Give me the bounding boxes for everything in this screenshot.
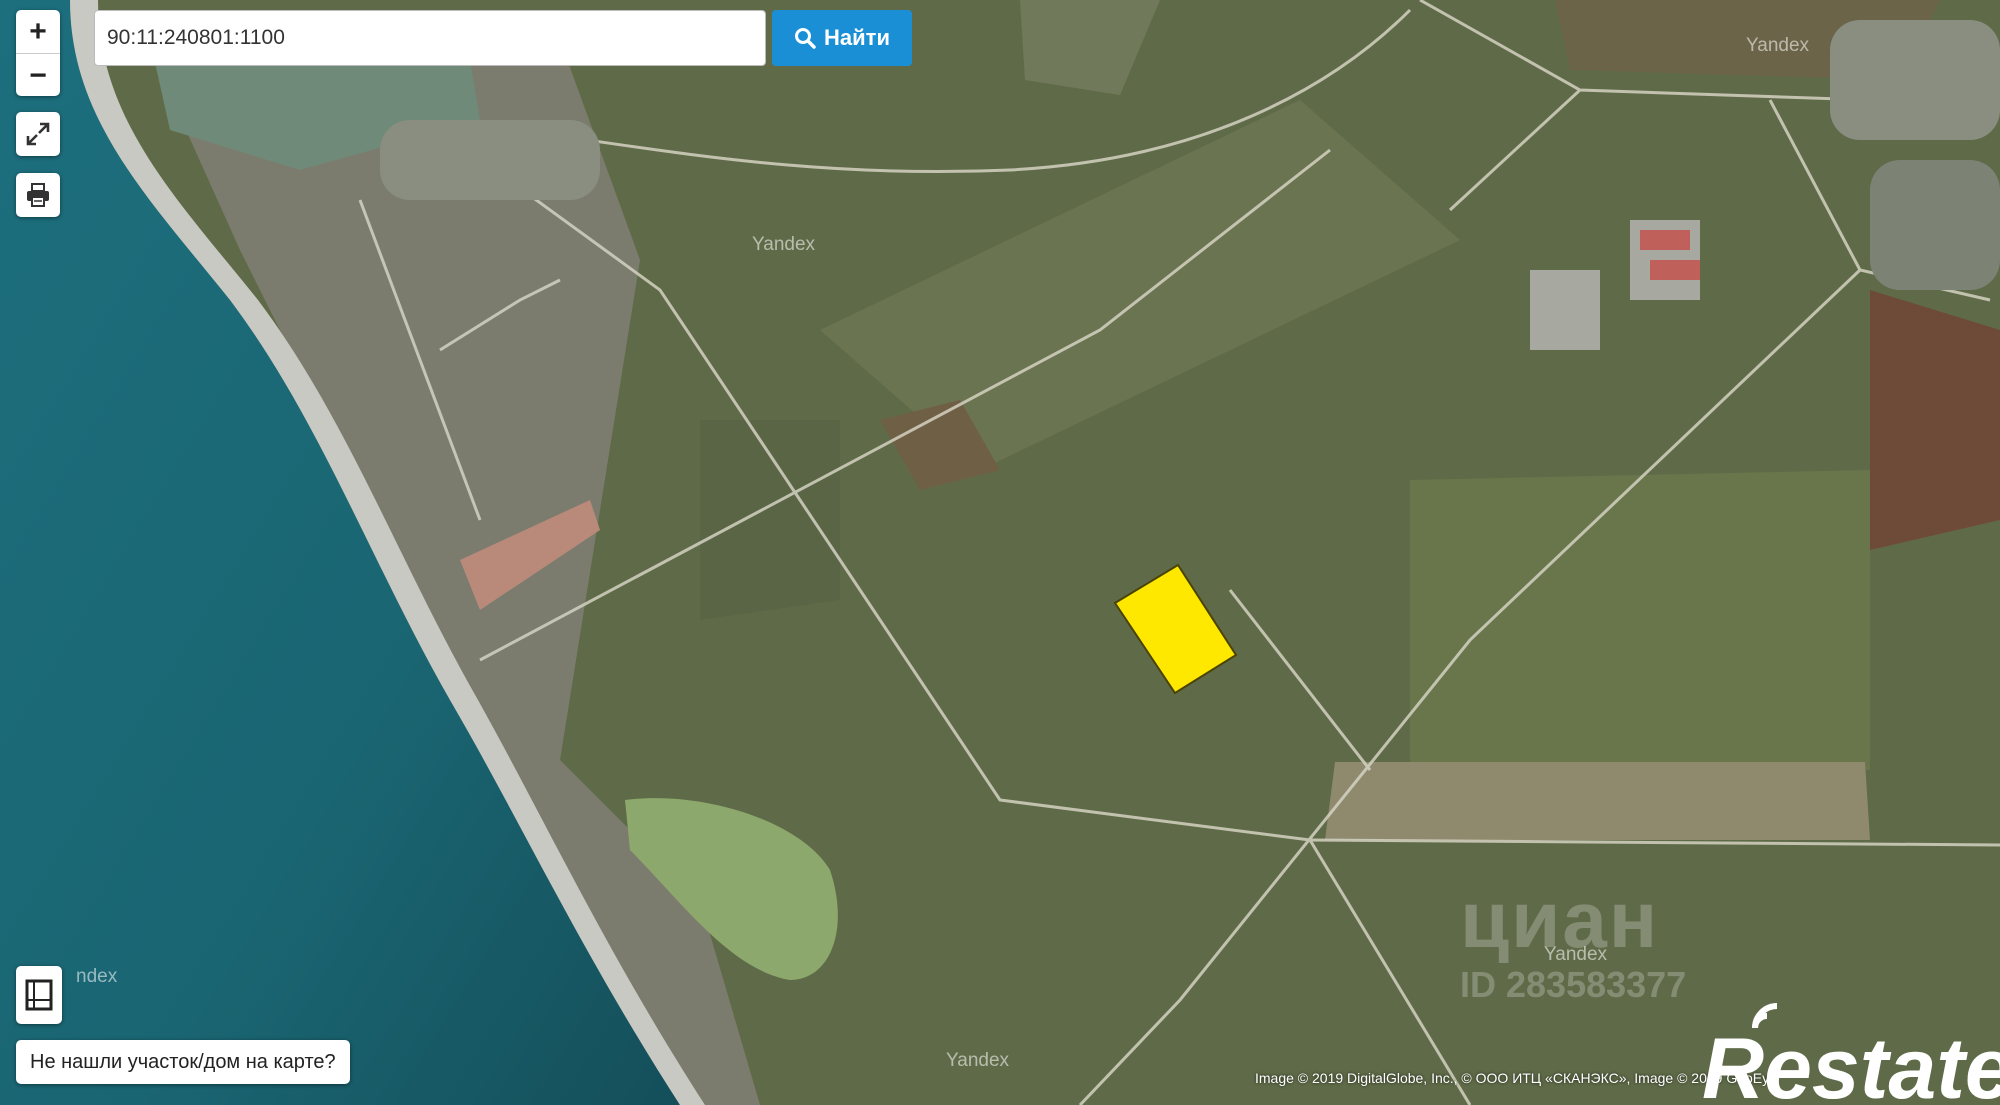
restate-logo-text: Restate	[1702, 1021, 2000, 1105]
layers-button[interactable]	[16, 966, 62, 1024]
search-input[interactable]	[94, 10, 766, 66]
print-button[interactable]	[16, 173, 60, 217]
field-patch	[1870, 290, 2000, 550]
fullscreen-button[interactable]	[16, 112, 60, 156]
zoom-out-button[interactable]: −	[16, 53, 60, 96]
not-found-button[interactable]: Не нашли участок/дом на карте?	[16, 1040, 350, 1084]
printer-icon	[27, 183, 49, 207]
field-patch	[700, 420, 840, 620]
map-label: Yandex	[1746, 35, 1810, 56]
zoom-in-button[interactable]: +	[16, 10, 60, 53]
map-layers-icon	[25, 979, 53, 1011]
map-label: ndex	[76, 966, 118, 987]
search-button[interactable]: Найти	[772, 10, 912, 66]
expand-icon	[26, 122, 50, 146]
cian-watermark: циан ID 283583377	[1460, 880, 1760, 1006]
map-label: Yandex	[946, 1050, 1010, 1071]
map-attribution: Image © 2019 DigitalGlobe, Inc., © ООО И…	[1255, 1070, 1777, 1086]
restate-logo: Restate	[1702, 1003, 2000, 1105]
search-icon	[795, 28, 816, 49]
field-patch	[1325, 762, 1870, 840]
map-label: Yandex	[752, 234, 816, 255]
cian-brand: циан	[1460, 875, 1660, 964]
zoom-control: + −	[16, 10, 60, 96]
search-button-label: Найти	[824, 25, 890, 50]
field-patch	[1410, 470, 1870, 770]
